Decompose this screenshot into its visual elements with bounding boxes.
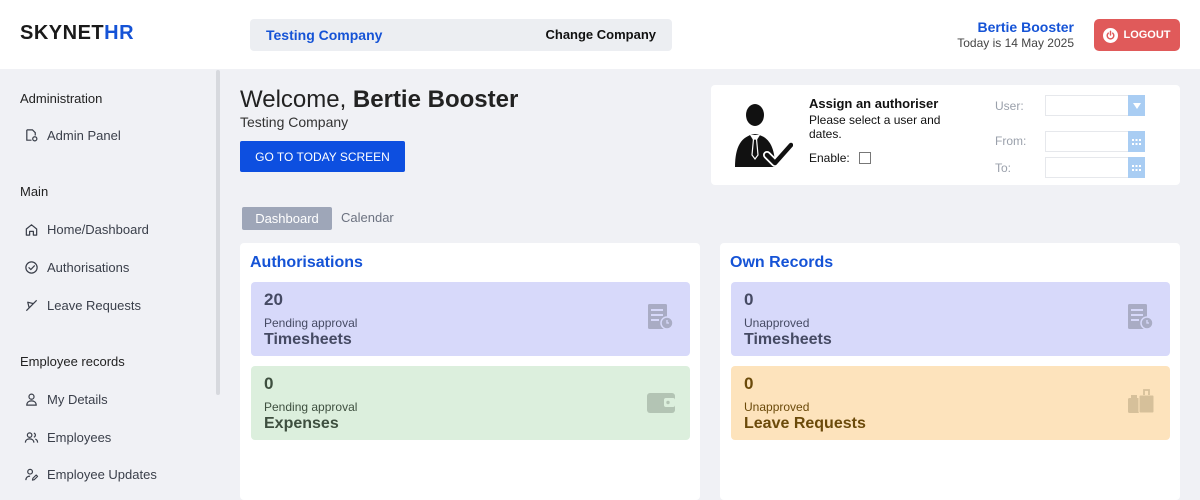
unapproved-timesheets-tile[interactable]: 0 Unapproved Timesheets [731, 282, 1170, 356]
authorisations-title: Authorisations [250, 254, 363, 271]
logo-main: SKYNET [20, 22, 105, 44]
pending-expenses-tile[interactable]: 0 Pending approval Expenses [251, 366, 690, 440]
authorisations-card: Authorisations 20 Pending approval Times… [240, 243, 700, 500]
authoriser-title: Assign an authoriser [809, 96, 939, 111]
tile-count: 20 [264, 290, 283, 309]
sidebar-item-home-dashboard[interactable]: Home/Dashboard [24, 218, 149, 240]
current-company: Testing Company [266, 27, 383, 43]
tile-count: 0 [744, 374, 754, 393]
welcome-company: Testing Company [240, 114, 349, 130]
logout-button[interactable]: LOGOUT [1094, 19, 1180, 51]
tile-subtitle: Unapproved [744, 400, 810, 414]
top-header: SKYNETHR Testing Company Change Company … [0, 0, 1200, 69]
timesheet-icon [648, 304, 674, 330]
pending-timesheets-tile[interactable]: 20 Pending approval Timesheets [251, 282, 690, 356]
welcome-greeting: Welcome, [240, 86, 353, 113]
tile-label: Expenses [264, 415, 339, 432]
to-calendar-button[interactable] [1128, 157, 1145, 178]
current-user-name[interactable]: Bertie Booster [978, 19, 1074, 35]
sidebar-item-label: Employees [47, 429, 112, 445]
sidebar-item-label: Home/Dashboard [47, 221, 149, 237]
unapproved-leave-requests-tile[interactable]: 0 Unapproved Leave Requests [731, 366, 1170, 440]
authoriser-description: Please select a user and dates. [809, 113, 941, 141]
sidebar-section-main: Main [20, 184, 49, 199]
enable-checkbox[interactable] [859, 152, 871, 164]
tile-subtitle: Unapproved [744, 316, 810, 330]
sidebar-item-label: Leave Requests [47, 297, 141, 313]
from-calendar-button[interactable] [1128, 131, 1145, 152]
tile-label: Timesheets [744, 331, 832, 348]
home-icon [25, 223, 38, 236]
sidebar-item-employees[interactable]: Employees [24, 426, 111, 448]
to-field-label: To: [995, 161, 1012, 175]
tile-subtitle: Pending approval [264, 400, 358, 414]
tile-label: Leave Requests [744, 415, 866, 432]
power-icon [1103, 27, 1119, 43]
tile-count: 0 [264, 374, 274, 393]
from-field-label: From: [995, 134, 1027, 148]
tab-calendar[interactable]: Calendar [341, 210, 394, 225]
users-icon [24, 431, 39, 443]
sidebar-item-authorisations[interactable]: Authorisations [24, 256, 129, 278]
app-logo[interactable]: SKYNETHR [20, 22, 134, 45]
calendar-icon [1132, 138, 1141, 145]
welcome-user-name: Bertie Booster [352, 86, 519, 113]
user-edit-icon [25, 468, 39, 481]
today-date: Today is 14 May 2025 [957, 36, 1074, 50]
businessman-check-icon [735, 104, 793, 167]
sidebar-section-employee-records: Employee records [20, 354, 125, 369]
luggage-icon [1128, 389, 1155, 414]
user-icon [26, 393, 37, 406]
sidebar-scrollbar[interactable] [216, 70, 220, 395]
plane-icon [25, 299, 38, 311]
tile-subtitle: Pending approval [264, 316, 358, 330]
logo-accent: HR [104, 22, 135, 44]
sidebar-item-label: Employee Updates [47, 466, 157, 482]
user-field-label: User: [995, 99, 1024, 113]
sidebar-item-employee-updates[interactable]: Employee Updates [24, 463, 157, 485]
assign-authoriser-panel: Assign an authoriser Please select a use… [711, 85, 1180, 185]
enable-label: Enable: [809, 151, 850, 165]
company-switcher: Testing Company Change Company [250, 19, 672, 51]
chevron-down-icon [1132, 102, 1141, 109]
own-records-card: Own Records 0 Unapproved Timesheets 0 Un… [720, 243, 1180, 500]
calendar-icon [1132, 164, 1141, 171]
tile-label: Timesheets [264, 331, 352, 348]
tab-dashboard[interactable]: Dashboard [242, 207, 332, 230]
sidebar-item-label: My Details [47, 391, 108, 407]
own-records-title: Own Records [730, 254, 834, 271]
sidebar-section-administration: Administration [20, 91, 103, 106]
sidebar-item-label: Admin Panel [47, 127, 121, 143]
sidebar-item-admin-panel[interactable]: Admin Panel [24, 124, 121, 146]
sidebar-item-my-details[interactable]: My Details [24, 388, 108, 410]
wallet-icon [647, 393, 675, 413]
sidebar-item-label: Authorisations [47, 259, 130, 275]
tile-count: 0 [744, 290, 754, 309]
welcome-heading: Welcome, Bertie Booster [240, 86, 518, 114]
logout-label: LOGOUT [1123, 29, 1171, 41]
timesheet-icon [1128, 304, 1154, 330]
sidebar-item-leave-requests[interactable]: Leave Requests [24, 294, 141, 316]
change-company-link[interactable]: Change Company [545, 27, 656, 42]
admin-gear-icon [26, 128, 38, 141]
user-dropdown-button[interactable] [1128, 95, 1145, 116]
check-circle-icon [25, 260, 38, 274]
go-to-today-screen-button[interactable]: GO TO TODAY SCREEN [240, 141, 405, 172]
